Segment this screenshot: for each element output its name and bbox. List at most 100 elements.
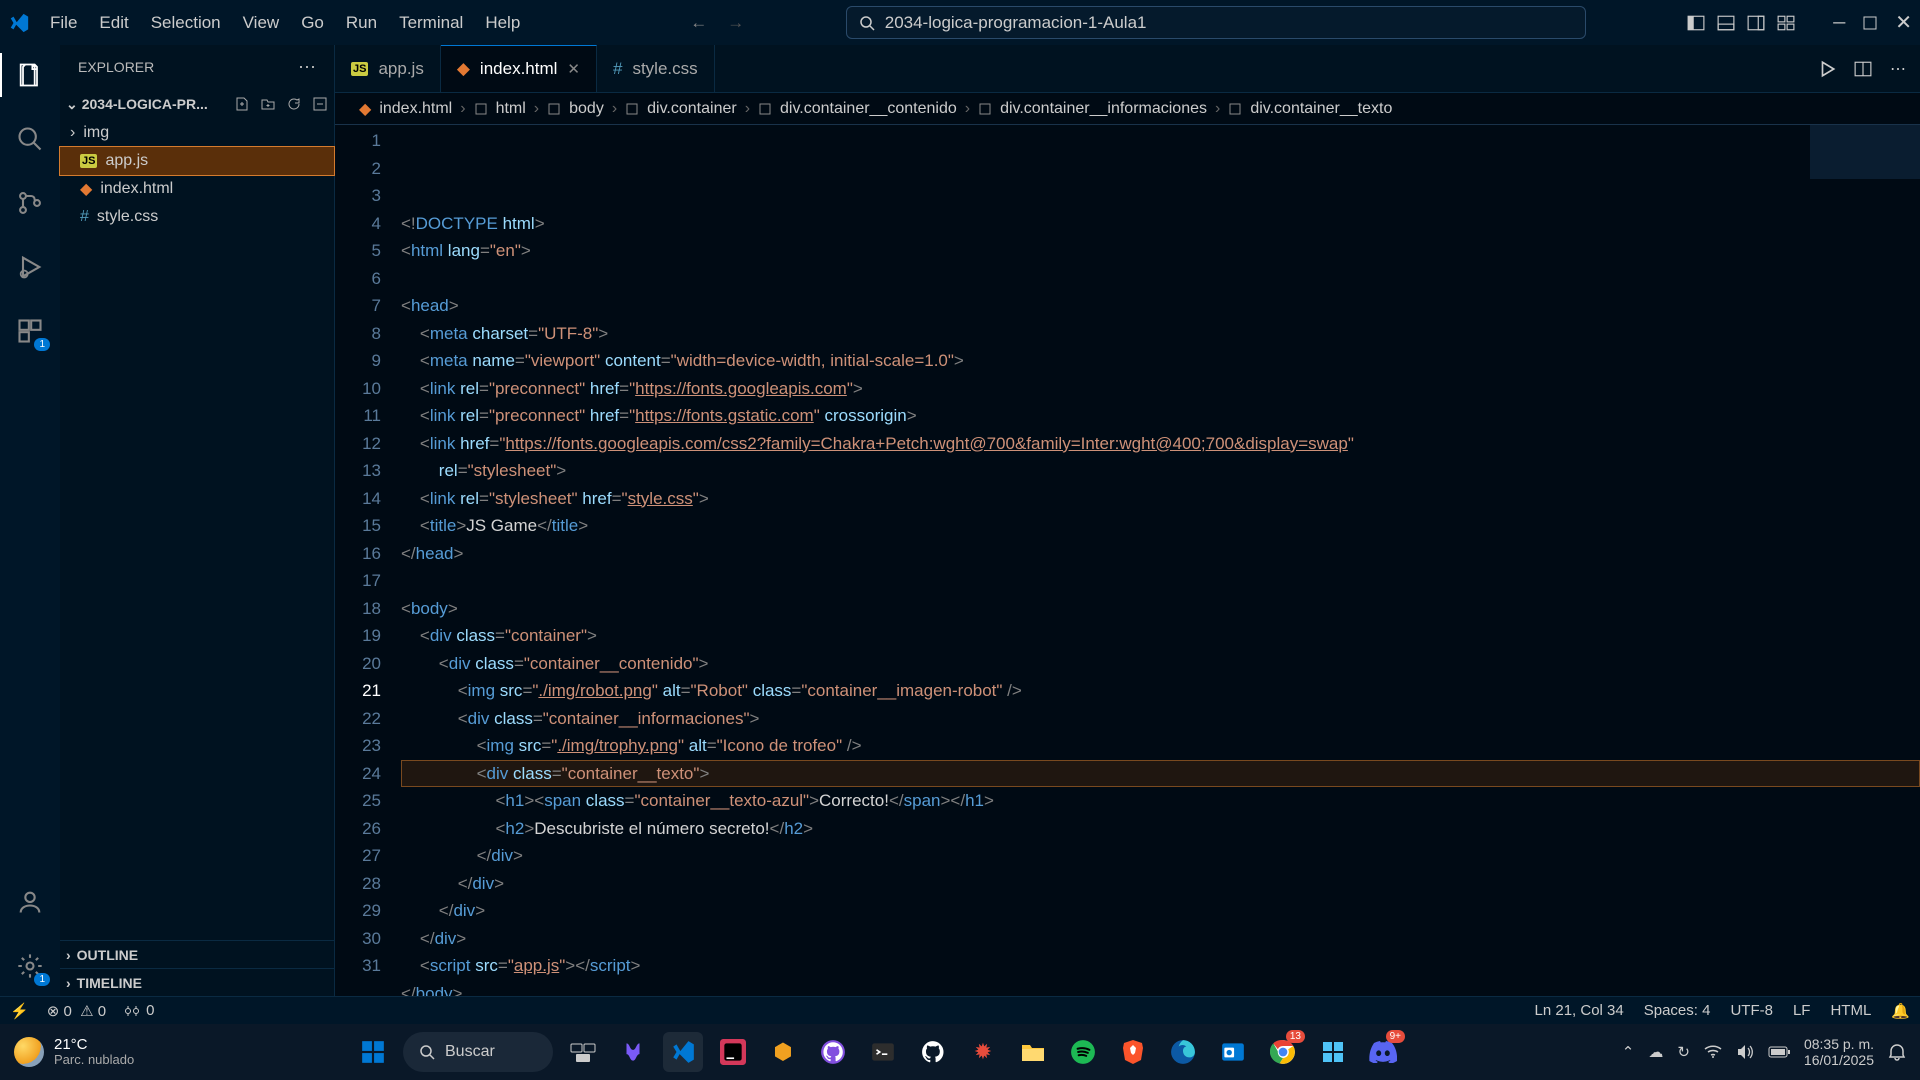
cursor-position[interactable]: Ln 21, Col 34 (1535, 1002, 1624, 1019)
editor-tabs: JSapp.js◆index.html✕#style.css ⋯ (335, 45, 1920, 93)
github-desktop-icon[interactable] (813, 1032, 853, 1072)
app-icon-blue[interactable] (1313, 1032, 1353, 1072)
remote-indicator[interactable]: ⚡ (10, 1002, 29, 1020)
split-editor-icon[interactable] (1854, 60, 1872, 78)
file-style-css[interactable]: #style.css (60, 203, 334, 231)
chrome-icon[interactable]: 13 (1263, 1032, 1303, 1072)
breadcrumb-item[interactable]: div.container__texto (1250, 100, 1392, 118)
start-button[interactable] (353, 1032, 393, 1072)
breadcrumb-item[interactable]: body (569, 100, 604, 118)
close-button[interactable]: ✕ (1895, 10, 1912, 35)
discord-icon[interactable]: 9+ (1363, 1032, 1403, 1072)
code-area[interactable]: <!DOCTYPE html><html lang="en"> <head> <… (401, 125, 1920, 996)
file-img[interactable]: ›img (60, 119, 334, 147)
command-center-search[interactable]: 2034-logica-programacion-1-Aula1 (846, 6, 1586, 39)
breadcrumb-item[interactable]: div.container__informaciones (1000, 100, 1207, 118)
edge-icon[interactable] (1163, 1032, 1203, 1072)
explorer-more-icon[interactable]: ⋯ (298, 57, 316, 78)
breadcrumb-item[interactable]: div.container (647, 100, 737, 118)
sync-tray-icon[interactable]: ↻ (1677, 1043, 1690, 1061)
explorer-activity[interactable] (12, 57, 48, 93)
timeline-section[interactable]: ›TIMELINE (60, 968, 334, 996)
tab-style-css[interactable]: #style.css (597, 45, 715, 92)
nav-forward-icon[interactable]: → (727, 13, 744, 33)
file-app-js[interactable]: JSapp.js (60, 147, 334, 175)
source-control-activity[interactable] (12, 185, 48, 221)
outline-section[interactable]: ›OUTLINE (60, 940, 334, 968)
layout-sidebar-right-icon[interactable] (1747, 14, 1765, 32)
file-explorer-icon[interactable] (1013, 1032, 1053, 1072)
minimize-button[interactable]: ─ (1833, 13, 1845, 33)
extensions-activity[interactable]: 1 (12, 313, 48, 349)
battery-tray-icon[interactable] (1768, 1046, 1790, 1058)
nav-back-icon[interactable]: ← (690, 13, 707, 33)
search-activity[interactable] (12, 121, 48, 157)
notification-center-icon[interactable] (1888, 1043, 1906, 1061)
tab-app-js[interactable]: JSapp.js (335, 45, 441, 92)
chevron-right-icon: › (66, 947, 71, 963)
volume-tray-icon[interactable] (1736, 1044, 1754, 1060)
breadcrumb-item[interactable]: index.html (379, 100, 452, 118)
app-icon-red[interactable]: ✹ (963, 1032, 1003, 1072)
menu-terminal[interactable]: Terminal (389, 7, 473, 39)
onedrive-tray-icon[interactable]: ☁ (1648, 1043, 1663, 1061)
menu-selection[interactable]: Selection (141, 7, 231, 39)
language-status[interactable]: HTML (1830, 1002, 1871, 1019)
indentation-status[interactable]: Spaces: 4 (1644, 1002, 1711, 1019)
explorer-sidebar: EXPLORER ⋯ ⌄ 2034-LOGICA-PR... ›imgJSapp… (60, 45, 335, 996)
github-icon[interactable] (913, 1032, 953, 1072)
breadcrumbs[interactable]: ◆index.html›html›body›div.container›div.… (335, 93, 1920, 125)
editor-zone: JSapp.js◆index.html✕#style.css ⋯ ◆index.… (335, 45, 1920, 996)
editor-more-icon[interactable]: ⋯ (1890, 59, 1906, 79)
new-folder-icon[interactable] (260, 96, 276, 112)
collapse-icon[interactable] (312, 96, 328, 112)
ports-status[interactable]: 0 (124, 1002, 154, 1019)
menu-view[interactable]: View (233, 7, 290, 39)
encoding-status[interactable]: UTF-8 (1730, 1002, 1773, 1019)
title-bar: FileEditSelectionViewGoRunTerminalHelp ←… (0, 0, 1920, 45)
menu-file[interactable]: File (40, 7, 87, 39)
folder-header[interactable]: ⌄ 2034-LOGICA-PR... (60, 89, 334, 119)
spotify-icon[interactable] (1063, 1032, 1103, 1072)
menu-edit[interactable]: Edit (89, 7, 138, 39)
intellij-icon[interactable] (713, 1032, 753, 1072)
editor-body[interactable]: 1234567891011121314151617181920212223242… (335, 125, 1920, 996)
tray-expand-icon[interactable]: ⌃ (1622, 1043, 1635, 1061)
layout-panel-icon[interactable] (1717, 14, 1735, 32)
settings-activity[interactable]: 1 (12, 948, 48, 984)
run-icon[interactable] (1818, 60, 1836, 78)
breadcrumb-item[interactable]: html (496, 100, 526, 118)
notifications-icon[interactable]: 🔔 (1891, 1002, 1910, 1020)
maximize-button[interactable] (1863, 16, 1877, 30)
menu-go[interactable]: Go (291, 7, 334, 39)
nav-arrows: ← → (690, 13, 744, 33)
app-icon-1[interactable]: ⬢ (763, 1032, 803, 1072)
run-debug-activity[interactable] (12, 249, 48, 285)
outlook-icon[interactable] (1213, 1032, 1253, 1072)
problems-status[interactable]: ⊗ 0 ⚠ 0 (47, 1002, 106, 1020)
task-view-icon[interactable] (563, 1032, 603, 1072)
terminal-icon[interactable] (863, 1032, 903, 1072)
menu-bar: FileEditSelectionViewGoRunTerminalHelp (40, 7, 530, 39)
breadcrumb-item[interactable]: div.container__contenido (780, 100, 957, 118)
minimap[interactable] (1810, 125, 1920, 215)
eol-status[interactable]: LF (1793, 1002, 1811, 1019)
close-tab-icon[interactable]: ✕ (567, 60, 580, 78)
brave-icon[interactable] (1113, 1032, 1153, 1072)
copilot-icon[interactable] (613, 1032, 653, 1072)
menu-help[interactable]: Help (475, 7, 530, 39)
layout-sidebar-left-icon[interactable] (1687, 14, 1705, 32)
new-file-icon[interactable] (234, 96, 250, 112)
taskbar-search[interactable]: Buscar (403, 1032, 553, 1072)
taskbar-clock[interactable]: 08:35 p. m. 16/01/2025 (1804, 1036, 1874, 1068)
weather-widget[interactable]: 21°C Parc. nublado (14, 1037, 134, 1068)
wifi-tray-icon[interactable] (1704, 1045, 1722, 1059)
menu-run[interactable]: Run (336, 7, 387, 39)
vscode-taskbar-icon[interactable] (663, 1032, 703, 1072)
refresh-icon[interactable] (286, 96, 302, 112)
customize-layout-icon[interactable] (1777, 14, 1795, 32)
file-index-html[interactable]: ◆index.html (60, 175, 334, 203)
accounts-activity[interactable] (12, 884, 48, 920)
tab-index-html[interactable]: ◆index.html✕ (441, 45, 597, 92)
activity-bar: 1 1 (0, 45, 60, 996)
